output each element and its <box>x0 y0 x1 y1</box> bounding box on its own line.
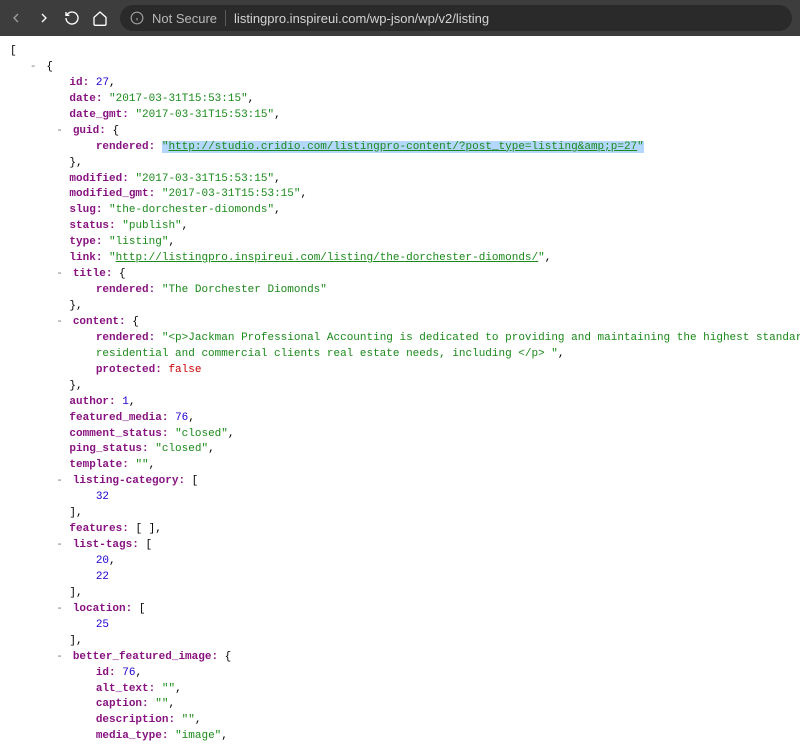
security-status: Not Secure <box>152 11 217 26</box>
location-0: 25 <box>96 619 109 631</box>
info-icon <box>130 11 144 25</box>
back-button[interactable] <box>8 10 24 26</box>
bfi-caption-value: "" <box>155 698 168 710</box>
content-rendered-value: "<p>Jackman Professional Accounting is d… <box>162 332 800 344</box>
bfi-id-value: 76 <box>122 667 135 679</box>
address-bar[interactable]: Not Secure listingpro.inspireui.com/wp-j… <box>120 5 792 31</box>
bfi-description-value: "" <box>182 714 195 726</box>
date-value: "2017-03-31T15:53:15" <box>109 93 248 105</box>
featured-media-value: 76 <box>175 412 188 424</box>
browser-toolbar: Not Secure listingpro.inspireui.com/wp-j… <box>0 0 800 36</box>
guid-link[interactable]: http://studio.cridio.com/listingpro-cont… <box>168 141 637 153</box>
modified-value: "2017-03-31T15:53:15" <box>135 173 274 185</box>
toggle-icon[interactable]: - <box>56 315 66 331</box>
content-protected-value: false <box>168 364 201 376</box>
type-value: "listing" <box>109 236 168 248</box>
status-value: "publish" <box>122 220 181 232</box>
guid-rendered-value: "http://studio.cridio.com/listingpro-con… <box>162 141 644 153</box>
divider <box>225 10 226 26</box>
home-button[interactable] <box>92 10 108 26</box>
content-rendered-line2: residential and commercial clients real … <box>96 348 558 360</box>
bfi-alt-text-value: "" <box>162 683 175 695</box>
ping-status-value: "closed" <box>155 443 208 455</box>
template-value: "" <box>135 459 148 471</box>
listing-category-0: 32 <box>96 491 109 503</box>
toggle-icon[interactable]: - <box>30 60 40 76</box>
reload-button[interactable] <box>64 10 80 26</box>
modified-gmt-value: "2017-03-31T15:53:15" <box>162 188 301 200</box>
id-value: 27 <box>96 77 109 89</box>
toggle-icon[interactable]: - <box>56 124 66 140</box>
toggle-icon[interactable]: - <box>56 538 66 554</box>
forward-button[interactable] <box>36 10 52 26</box>
link-url[interactable]: http://listingpro.inspireui.com/listing/… <box>116 252 538 264</box>
date-gmt-value: "2017-03-31T15:53:15" <box>135 109 274 121</box>
list-tags-0: 20 <box>96 555 109 567</box>
toggle-icon[interactable]: - <box>56 602 66 618</box>
comment-status-value: "closed" <box>175 428 228 440</box>
bfi-media-type-value: "image" <box>175 730 221 742</box>
list-tags-1: 22 <box>96 571 109 583</box>
slug-value: "the-dorchester-diomonds" <box>109 204 274 216</box>
link-value: "http://listingpro.inspireui.com/listing… <box>109 252 545 264</box>
toggle-icon[interactable]: - <box>56 474 66 490</box>
author-value: 1 <box>122 396 129 408</box>
toggle-icon[interactable]: - <box>56 267 66 283</box>
url-text: listingpro.inspireui.com/wp-json/wp/v2/l… <box>234 11 489 26</box>
title-rendered-value: "The Dorchester Diomonds" <box>162 284 327 296</box>
json-viewer: [ - { id: 27, date: "2017-03-31T15:53:15… <box>0 36 800 753</box>
features-value: [ ] <box>135 523 155 535</box>
toggle-icon[interactable]: - <box>56 650 66 666</box>
